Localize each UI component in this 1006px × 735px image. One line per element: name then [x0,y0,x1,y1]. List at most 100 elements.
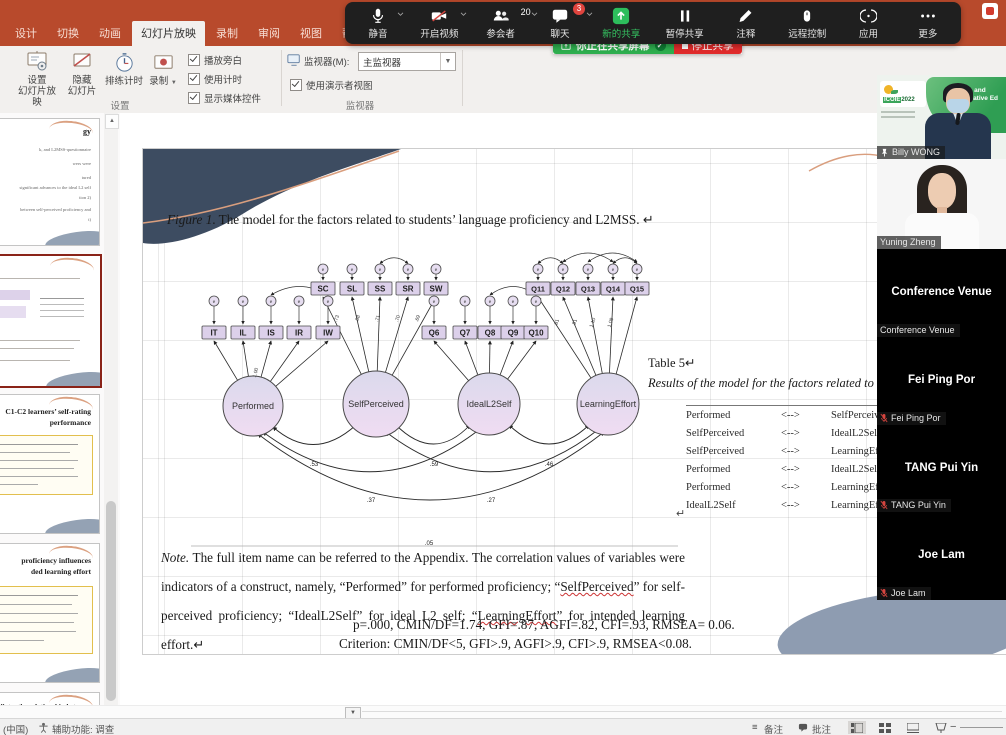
svg-text:SC: SC [317,285,328,294]
tab-transitions[interactable]: 切换 [48,21,88,46]
slide-sorter-icon [879,723,891,733]
chat-button[interactable]: 3 聊天 [543,7,577,40]
participant-tile-conference-venue[interactable]: Conference Venue Conference Venue [877,249,1006,337]
thumb1-line: tured [82,175,91,180]
zoom-slider[interactable] [960,727,1003,728]
participant-tile-tang-pui-yin[interactable]: TANG Pui Yin TANG Pui Yin [877,425,1006,512]
microphone-icon [369,7,387,25]
presenter-view-checkbox[interactable]: 使用演示者视图 [290,78,373,92]
mute-button[interactable]: 静音 [361,7,395,40]
rehearse-timings-button[interactable]: 排练计时 [102,51,146,87]
checkbox-icon [188,54,200,66]
tab-slideshow[interactable]: 幻灯片放映 [132,21,205,46]
mic-muted-icon [880,500,888,510]
tab-record[interactable]: 录制 [207,21,247,46]
scroll-up-icon[interactable]: ▲ [105,114,119,129]
show-media-controls-checkbox[interactable]: 显示媒体控件 [188,91,261,105]
checkbox-icon [188,73,200,85]
participant-tile-joe-lam[interactable]: Joe Lam Joe Lam [877,512,1006,600]
start-video-button[interactable]: 开启视频 [420,7,458,40]
scroll-track[interactable] [362,711,1002,712]
tab-animations[interactable]: 动画 [90,21,130,46]
annotate-button[interactable]: 注释 [729,7,763,40]
tab-view[interactable]: 视图 [291,21,331,46]
setup-group-label: 设置 [80,98,160,112]
record-label: 录制 [149,76,168,87]
participant-tile-fei-ping-por[interactable]: Fei Ping Por Fei Ping Por [877,337,1006,425]
tab-review[interactable]: 审阅 [249,21,289,46]
setup-slideshow-button[interactable]: 设置 幻灯片放映 [14,49,60,108]
chevron-down-icon[interactable] [586,12,593,17]
thumbnail-slide-1[interactable]: gy k, and L2MSS-questionnaire wers were … [0,118,100,246]
pencil-icon [737,7,754,25]
notes-toggle[interactable]: 备注 [764,722,783,735]
thumb1-line: between self-perceived proficiency and [20,207,91,212]
rehearse-timings-label: 排练计时 [105,76,143,87]
thumbnail-scrollbar[interactable]: ▲ [104,113,118,705]
svg-text:Q11: Q11 [531,285,545,294]
svg-text:IW: IW [323,329,333,338]
setup-slideshow-label-2: 幻灯片放映 [18,86,56,108]
use-timings-checkbox[interactable]: 使用计时 [188,72,242,86]
remote-control-button[interactable]: 远程控制 [788,7,826,40]
indicator-group-1: ee ee e ITIL ISIR IW [202,296,340,339]
monitor-dropdown[interactable]: 主监视器 ▼ [358,52,456,71]
hide-slide-button[interactable]: 隐藏 幻灯片 [62,49,102,97]
participant-name-label: Billy WONG [877,146,945,159]
comments-toggle[interactable]: 批注 [812,722,831,735]
apps-button[interactable]: 应用 [852,7,886,40]
participant-name-label: Fei Ping Por [877,412,946,425]
monitor-dropdown-value: 主监视器 [359,55,440,69]
pause-share-button[interactable]: 暂停共享 [666,7,704,40]
latent-variables: Performed SelfPerceived IdealL2Self Lear… [223,371,639,437]
fit-statistics-line: p=.000, CMIN/DF=1.74, GFI=.87, AGFI=.82,… [353,617,735,633]
svg-text:SR: SR [402,285,413,294]
paragraph-mark: ↵ [676,507,685,520]
language-indicator[interactable]: (中国) [3,722,28,735]
participant-video-yuning[interactable]: Yuning Zheng [877,159,1006,249]
chevron-down-icon[interactable] [531,12,538,17]
correlation-values: .53 .59 .46 .37 .27 .05 [310,462,554,547]
participants-button[interactable]: 20 参会者 [484,7,518,40]
mouse-icon [800,7,814,25]
svg-text:.71: .71 [374,314,382,323]
participant-name-label: Yuning Zheng [877,236,941,249]
projector-screen-icon [25,49,49,73]
decor-curl [49,256,95,280]
scrollbar-thumb[interactable] [106,501,116,701]
mini-diagram [0,290,30,300]
participant-video-billy[interactable]: Open and Innovative Ed ICOIE2022 Billy W… [877,75,1006,159]
more-button[interactable]: 更多 [911,7,945,40]
record-dropdown-arrow[interactable]: ▼ [171,80,177,86]
mini-table-line [40,298,84,299]
chevron-down-icon[interactable] [397,12,404,17]
titlebar-app-button[interactable] [982,3,998,19]
accessibility-status[interactable]: 辅助功能: 调查 [52,722,114,735]
svg-text:.37: .37 [367,498,376,504]
conference-logo-text: ICOIE2022 [883,97,915,103]
normal-view-button[interactable] [848,721,866,734]
reading-view-button[interactable] [904,721,922,734]
thumbnail-slide-3[interactable]: C1-C2 learners’ self-rating performance [0,394,100,534]
table5-subtitle: Results of the model for the factors rel… [648,376,903,391]
svg-text:IS: IS [267,329,275,338]
record-button[interactable]: 录制 ▼ [146,51,180,89]
tab-design[interactable]: 设计 [6,21,46,46]
thumb4-title-2: ded learning effort [31,567,91,576]
slideshow-view-button[interactable] [932,721,950,734]
figure-caption-number: Figure 1 [167,212,212,227]
thumb1-line: tion 2) [79,195,91,200]
chevron-down-icon[interactable] [460,12,467,17]
svg-text:Q8: Q8 [485,329,496,338]
thumbnail-slide-2-current[interactable] [0,254,102,388]
thumbnail-slide-4[interactable]: proficiency influences ded learning effo… [0,543,100,683]
thumbnail-slide-5[interactable]: diates the relationship between intended… [0,692,100,705]
indicator-group-4: ee ee e Q11Q12 Q13Q14 Q15 [526,264,649,295]
new-share-button[interactable]: 新的共享 [602,7,640,40]
slide-sorter-view-button[interactable] [876,721,894,734]
zoom-out-button[interactable]: − [950,721,956,733]
app-glyph-icon [986,7,994,15]
ribbon-separator [462,50,463,106]
svg-text:SS: SS [375,285,386,294]
play-narrations-checkbox[interactable]: 播放旁白 [188,53,242,67]
